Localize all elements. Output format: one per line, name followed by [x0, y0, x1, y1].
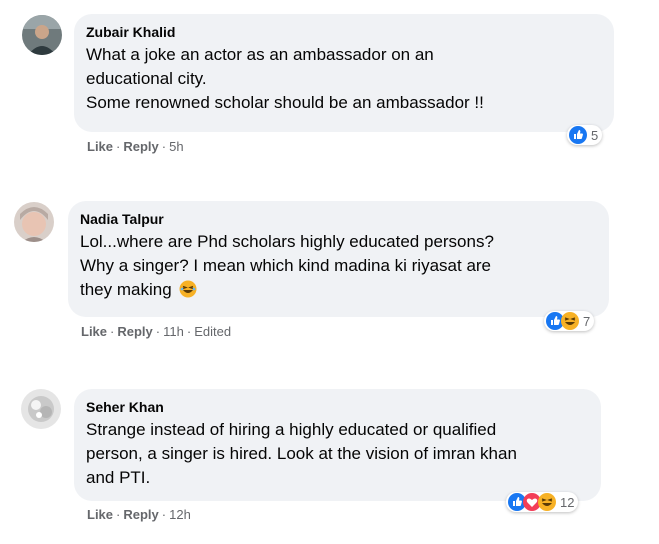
comment-text-line: Why a singer? I mean which kind madina k… — [80, 256, 492, 275]
haha-icon — [538, 493, 556, 511]
haha-icon — [561, 312, 579, 330]
like-icon — [569, 126, 587, 144]
comment-author[interactable]: Seher Khan — [86, 398, 589, 416]
reply-button[interactable]: Reply — [123, 507, 158, 522]
avatar[interactable] — [14, 202, 54, 242]
reaction-count: 7 — [583, 313, 591, 329]
edited-label[interactable]: Edited — [194, 324, 231, 339]
reaction-summary[interactable]: 12 — [506, 492, 579, 512]
separator-dot: · — [116, 507, 121, 522]
comment-text: Lol...where are Phd scholars highly educ… — [80, 230, 597, 302]
laughing-emoji-icon — [179, 280, 197, 298]
comment-text-line: Some renowned scholar should be an ambas… — [86, 93, 484, 112]
separator-dot: · — [161, 507, 167, 522]
reply-button[interactable]: Reply — [123, 139, 158, 154]
comment-text-line: Lol...where are Phd scholars highly educ… — [80, 232, 494, 251]
comment-actions: Like · Reply · 5h — [87, 139, 184, 155]
comment-text-line: Strange instead of hiring a highly educa… — [86, 420, 497, 439]
like-button[interactable]: Like — [87, 139, 113, 154]
comment-bubble: Zubair Khalid What a joke an actor as an… — [74, 14, 614, 132]
like-button[interactable]: Like — [81, 324, 107, 339]
separator-dot: · — [186, 324, 192, 339]
separator-dot: · — [155, 324, 161, 339]
comment-text-fragment: they making — [80, 280, 172, 299]
separator-dot: · — [116, 139, 121, 154]
comment-author[interactable]: Zubair Khalid — [86, 23, 602, 41]
comment-timestamp[interactable]: 11h — [163, 324, 184, 339]
comment-actions: Like · Reply · 11h · Edited — [81, 324, 231, 340]
comment-bubble: Nadia Talpur Lol...where are Phd scholar… — [68, 201, 609, 317]
comment-text-line: What a joke an actor as an ambassador on… — [86, 45, 434, 64]
separator-dot: · — [110, 324, 115, 339]
comment-timestamp[interactable]: 12h — [169, 507, 191, 522]
reaction-count: 5 — [591, 127, 599, 143]
reply-button[interactable]: Reply — [117, 324, 152, 339]
comment-text: What a joke an actor as an ambassador on… — [86, 43, 602, 115]
like-button[interactable]: Like — [87, 507, 113, 522]
avatar[interactable] — [21, 389, 61, 429]
comment-text-line: they making — [80, 278, 597, 302]
reaction-summary[interactable]: 7 — [544, 311, 595, 331]
comment-actions: Like · Reply · 12h — [87, 507, 191, 523]
comment-author[interactable]: Nadia Talpur — [80, 210, 597, 228]
reaction-count: 12 — [560, 494, 575, 510]
reaction-summary[interactable]: 5 — [567, 125, 603, 145]
comment-timestamp[interactable]: 5h — [169, 139, 183, 154]
comment-text-line: and PTI. — [86, 468, 151, 487]
comment-bubble: Seher Khan Strange instead of hiring a h… — [74, 389, 601, 501]
comment-text-line: educational city. — [86, 69, 207, 88]
separator-dot: · — [161, 139, 167, 154]
comment-text: Strange instead of hiring a highly educa… — [86, 418, 589, 490]
comment-text-line: person, a singer is hired. Look at the v… — [86, 444, 517, 463]
avatar[interactable] — [22, 15, 62, 55]
